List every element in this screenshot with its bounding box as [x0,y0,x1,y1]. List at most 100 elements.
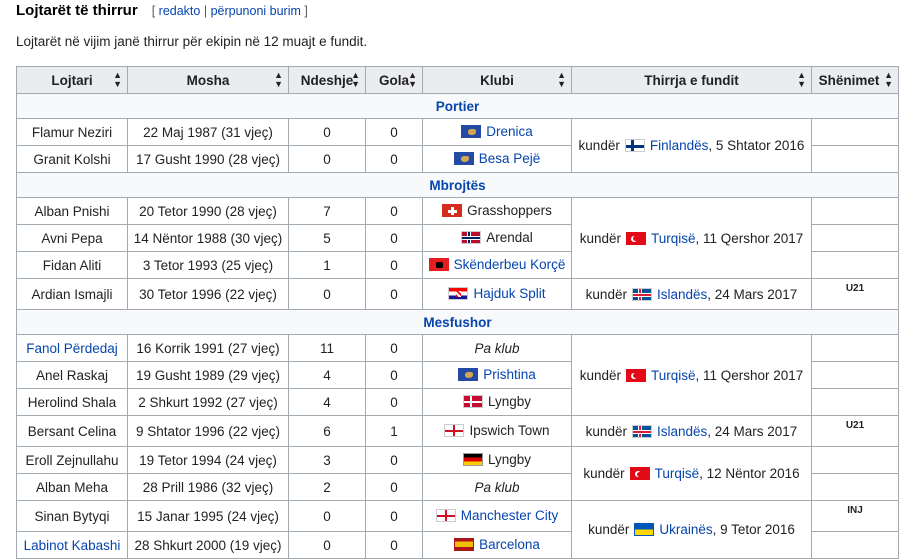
player-notes [811,145,899,173]
kosovo-flag-icon[interactable] [458,367,479,381]
callup-prefix: kundër [583,466,625,481]
category-label[interactable]: Portier [16,93,899,119]
category-label[interactable]: Mesfushor [16,309,899,335]
latest-callup: kundër Islandës, 24 Mars 2017 [571,278,812,310]
opponent-link[interactable]: Islandës [657,424,707,439]
table-row: Bersant Celina 9 Shtator 1996 (22 vjeç) … [16,415,899,447]
player-notes [811,361,899,389]
player-age: 15 Janar 1995 (24 vjeç) [127,500,289,532]
opponent-link[interactable]: Turqisë [651,231,696,246]
club-link[interactable]: Drenica [486,124,533,139]
player-redlink[interactable]: Labinot Kabashi [24,538,121,553]
latest-callup: kundër Turqisë, 11 Qershor 2017 [571,334,812,416]
player-notes [811,446,899,474]
header-caps[interactable]: Ndeshje ▲ ▼ [288,66,366,94]
player-age: 9 Shtator 1996 (22 vjeç) [127,415,289,447]
albania-flag-icon[interactable] [428,257,449,271]
england-flag-icon[interactable] [444,423,465,437]
category-row-midfielders: Mesfushor [16,309,899,335]
club-link[interactable]: Manchester City [461,508,559,523]
header-latest-callup[interactable]: Thirrja e fundit ▲ ▼ [571,66,812,94]
opponent-link[interactable]: Finlandës [650,138,709,153]
edit-link[interactable]: redakto [159,4,201,18]
header-label: Klubi [480,72,514,88]
kosovo-flag-icon[interactable] [461,124,482,138]
turkey-flag-icon[interactable] [629,467,650,480]
germany-flag-icon[interactable] [462,452,483,466]
sort-icon[interactable]: ▲ ▼ [113,71,122,89]
header-label: Thirrja e fundit [644,72,739,88]
sort-icon[interactable]: ▲ ▼ [797,71,806,89]
callup-date: , 24 Mars 2017 [707,423,798,439]
sort-icon[interactable]: ▲ ▼ [408,71,417,89]
player-caps: 2 [288,473,366,501]
player-age: 28 Prill 1986 (32 vjeç) [127,473,289,501]
opponent-link[interactable]: Islandës [657,287,707,302]
header-club[interactable]: Klubi ▲ ▼ [422,66,572,94]
player-note-inj: INJ [811,500,899,532]
sort-icon[interactable]: ▲ ▼ [351,71,360,89]
player-caps: 0 [288,531,366,559]
header-label: Lojtari [51,72,93,88]
callup-date: , 12 Nëntor 2016 [699,466,800,481]
switzerland-flag-icon[interactable] [442,203,463,217]
player-goals: 0 [365,224,423,252]
table-row: Flamur Neziri 22 Maj 1987 (31 vjeç) 0 0 … [16,118,899,173]
club-name: Ipswich Town [469,422,550,438]
player-name: Sinan Bytyqi [16,500,128,532]
player-link[interactable]: Fanol Përdedaj [26,341,118,356]
norway-flag-icon[interactable] [461,230,482,244]
header-player[interactable]: Lojtari ▲ ▼ [16,66,128,94]
club-link[interactable]: Prishtina [483,367,536,382]
iceland-flag-icon[interactable] [631,287,652,301]
iceland-flag-icon[interactable] [631,424,652,438]
player-club: Pa klub [422,473,572,501]
player-goals: 0 [365,500,423,532]
player-note-u21: U21 [811,415,899,447]
intro-text: Lojtarët në vijim janë thirrur për ekipi… [16,34,368,49]
croatia-flag-icon[interactable] [448,286,469,300]
callup-date: , 24 Mars 2017 [707,286,798,302]
player-notes [811,224,899,252]
club-link[interactable]: Hajduk Split [473,286,545,301]
callup-date: , 11 Qershor 2017 [695,367,804,383]
header-goals[interactable]: Gola ▲ ▼ [365,66,423,94]
player-club: Prishtina [422,361,572,389]
kosovo-flag-icon[interactable] [453,151,474,165]
club-link[interactable]: Besa Pejë [479,151,541,166]
spain-flag-icon[interactable] [454,537,475,551]
player-note-u21: U21 [811,278,899,310]
opponent-link[interactable]: Turqisë [651,368,696,383]
england-flag-icon[interactable] [435,508,456,522]
opponent-link[interactable]: Ukrainës [659,522,712,537]
player-caps: 0 [288,500,366,532]
player-goals: 1 [365,415,423,447]
player-goals: 0 [365,388,423,416]
denmark-flag-icon[interactable] [462,394,483,408]
edit-section-links: [ redakto | përpunoni burim ] [152,4,308,18]
player-notes [811,197,899,225]
club-link[interactable]: Skënderbeu Korçë [454,257,566,272]
player-age: 20 Tetor 1990 (28 vjeç) [127,197,289,225]
category-label[interactable]: Mbrojtës [16,172,899,198]
finland-flag-icon[interactable] [624,139,645,152]
sort-icon[interactable]: ▲ ▼ [274,71,283,89]
sort-icon[interactable]: ▲ ▼ [884,71,893,89]
table-row: Fanol Përdedaj 16 Korrik 1991 (27 vjeç) … [16,334,899,416]
turkey-flag-icon[interactable] [625,231,646,245]
header-age[interactable]: Mosha ▲ ▼ [127,66,289,94]
player-club: Manchester City [422,500,572,532]
turkey-flag-icon[interactable] [625,368,646,382]
player-club: Barcelona [422,531,572,559]
player-age: 14 Nëntor 1988 (30 vjeç) [127,224,289,252]
header-notes[interactable]: Shënimet ▲ ▼ [811,66,899,94]
edit-source-link[interactable]: përpunoni burim [211,4,301,18]
opponent-link[interactable]: Turqisë [655,466,700,481]
ukraine-flag-icon[interactable] [634,523,655,536]
sort-icon[interactable]: ▲ ▼ [557,71,566,89]
player-goals: 0 [365,361,423,389]
player-goals: 0 [365,278,423,310]
club-link[interactable]: Barcelona [479,537,540,552]
player-name: Granit Kolshi [16,145,128,173]
player-caps: 4 [288,361,366,389]
